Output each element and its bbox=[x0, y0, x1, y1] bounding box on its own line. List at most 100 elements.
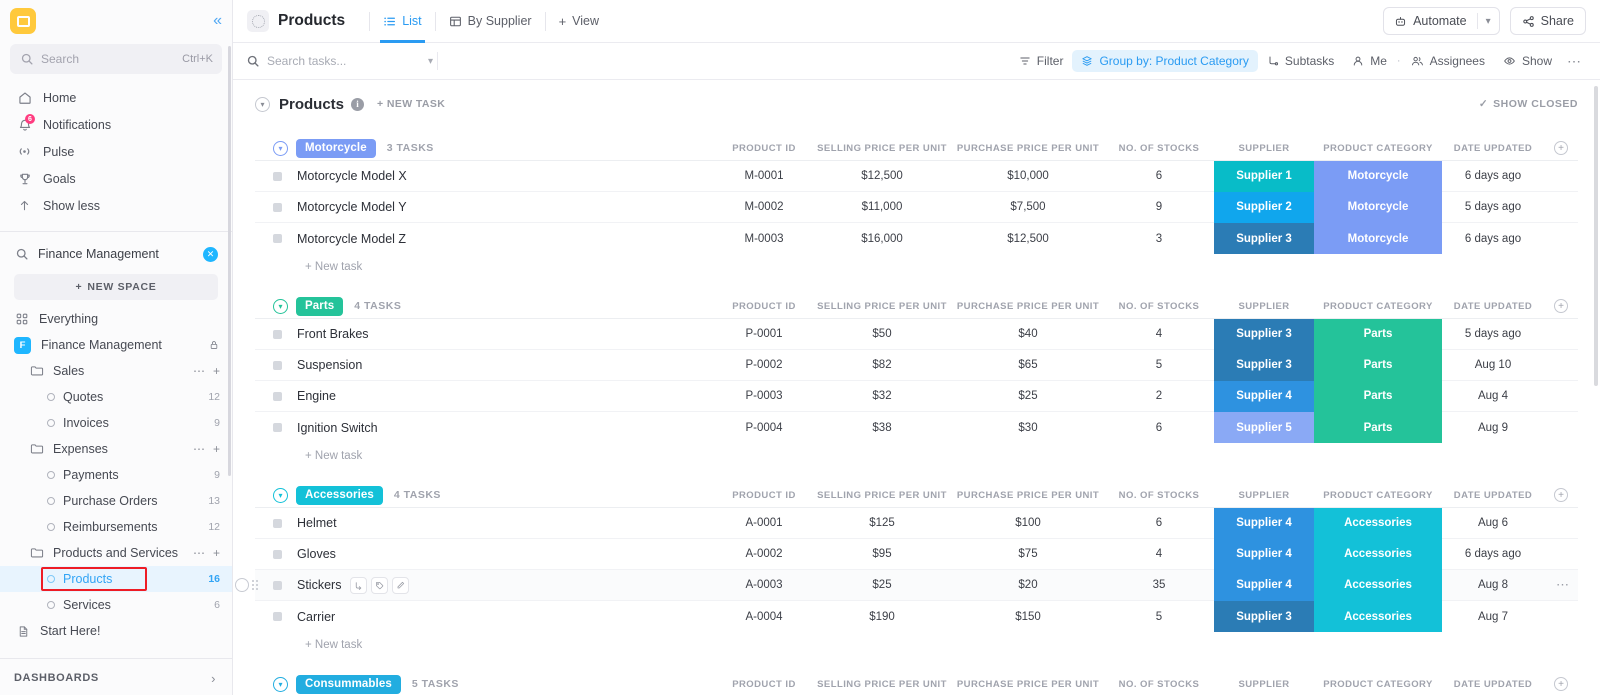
column-header-date-updated[interactable]: DATE UPDATED bbox=[1442, 679, 1544, 690]
cell-date-updated[interactable]: Aug 10 bbox=[1442, 359, 1544, 371]
column-header-supplier[interactable]: SUPPLIER bbox=[1214, 143, 1314, 154]
cell-no-of-stocks[interactable]: 4 bbox=[1104, 548, 1214, 560]
column-header-selling-price[interactable]: SELLING PRICE PER UNIT bbox=[812, 143, 952, 154]
task-name[interactable]: Front Brakes bbox=[297, 327, 369, 341]
group-badge[interactable]: Accessories bbox=[296, 485, 383, 505]
table-row[interactable]: Engine P-0003 $32 $25 2 Supplier 4 Parts… bbox=[255, 380, 1578, 412]
plus-icon[interactable]: + bbox=[213, 442, 220, 456]
cell-date-updated[interactable]: 5 days ago bbox=[1442, 201, 1544, 213]
collapse-group-icon[interactable]: ▾ bbox=[273, 487, 288, 503]
column-header-supplier[interactable]: SUPPLIER bbox=[1214, 490, 1314, 501]
task-name[interactable]: Ignition Switch bbox=[297, 421, 378, 435]
table-row[interactable]: Motorcycle Model X M-0001 $12,500 $10,00… bbox=[255, 160, 1578, 192]
cell-selling-price[interactable]: $125 bbox=[812, 517, 952, 529]
cell-supplier[interactable]: Supplier 4 bbox=[1214, 569, 1314, 601]
cell-supplier[interactable]: Supplier 4 bbox=[1214, 380, 1314, 412]
folder-actions[interactable]: ⋯ + bbox=[193, 364, 220, 378]
column-header-no-of-stocks[interactable]: NO. OF STOCKS bbox=[1104, 301, 1214, 312]
cell-selling-price[interactable]: $32 bbox=[812, 390, 952, 402]
more-horizontal-icon[interactable]: ⋯ bbox=[193, 546, 205, 560]
subtask-link-icon[interactable] bbox=[350, 576, 368, 594]
cell-product-id[interactable]: P-0002 bbox=[716, 359, 812, 371]
collapse-group-icon[interactable]: ▾ bbox=[273, 298, 288, 314]
new-task-button[interactable]: + NEW TASK bbox=[377, 98, 445, 110]
column-header-selling-price[interactable]: SELLING PRICE PER UNIT bbox=[812, 679, 952, 690]
new-space-button[interactable]: + NEW SPACE bbox=[14, 274, 218, 300]
cell-purchase-price[interactable]: $7,500 bbox=[952, 201, 1104, 213]
cell-purchase-price[interactable]: $75 bbox=[952, 548, 1104, 560]
plus-circle-icon[interactable]: + bbox=[1554, 141, 1568, 155]
sidebar-item-start-here[interactable]: Start Here! bbox=[0, 618, 232, 644]
cell-purchase-price[interactable]: $100 bbox=[952, 517, 1104, 529]
task-status-square[interactable] bbox=[273, 518, 282, 528]
column-header-product-category[interactable]: PRODUCT CATEGORY bbox=[1314, 490, 1442, 501]
cell-supplier[interactable]: Supplier 2 bbox=[1214, 191, 1314, 223]
collapse-group-icon[interactable]: ▾ bbox=[273, 676, 288, 692]
task-name[interactable]: Motorcycle Model Y bbox=[297, 200, 407, 214]
row-quick-actions[interactable] bbox=[350, 576, 410, 594]
cell-selling-price[interactable]: $12,500 bbox=[812, 170, 952, 182]
group-badge[interactable]: Consummables bbox=[296, 674, 401, 694]
plus-circle-icon[interactable]: + bbox=[1554, 488, 1568, 502]
cell-selling-price[interactable]: $11,000 bbox=[812, 201, 952, 213]
sidebar-scrollbar[interactable] bbox=[228, 46, 231, 476]
chevron-double-left-icon[interactable]: « bbox=[213, 12, 222, 30]
cell-product-id[interactable]: M-0001 bbox=[716, 170, 812, 182]
cell-selling-price[interactable]: $16,000 bbox=[812, 233, 952, 245]
task-status-square[interactable] bbox=[273, 612, 282, 621]
drag-handle-icon[interactable] bbox=[252, 580, 258, 590]
table-row[interactable]: Suspension P-0002 $82 $65 5 Supplier 3 P… bbox=[255, 349, 1578, 381]
table-row[interactable]: Motorcycle Model Y M-0002 $11,000 $7,500… bbox=[255, 191, 1578, 223]
task-status-square[interactable] bbox=[273, 329, 282, 339]
table-row[interactable]: Ignition Switch P-0004 $38 $30 6 Supplie… bbox=[255, 412, 1578, 443]
column-header-product-id[interactable]: PRODUCT ID bbox=[716, 679, 812, 690]
cell-supplier[interactable]: Supplier 4 bbox=[1214, 538, 1314, 570]
more-horizontal-icon[interactable]: ⋯ bbox=[193, 442, 205, 456]
info-icon[interactable]: i bbox=[351, 97, 365, 111]
task-status-square[interactable] bbox=[273, 423, 282, 432]
tag-icon[interactable] bbox=[371, 576, 389, 594]
automate-button[interactable]: Automate ▾ bbox=[1383, 7, 1500, 35]
sidebar-space-finance-management[interactable]: F Finance Management bbox=[0, 332, 232, 358]
cell-selling-price[interactable]: $82 bbox=[812, 359, 952, 371]
automate-main[interactable]: Automate bbox=[1384, 8, 1477, 34]
column-header-product-category[interactable]: PRODUCT CATEGORY bbox=[1314, 143, 1442, 154]
task-name[interactable]: Gloves bbox=[297, 547, 336, 561]
task-search-input[interactable]: Search tasks... ▾ bbox=[247, 54, 433, 68]
new-task-row-button[interactable]: + New task bbox=[255, 632, 1578, 658]
sidebar-list-products[interactable]: Products 16 bbox=[0, 566, 232, 592]
column-header-purchase-price[interactable]: PURCHASE PRICE PER UNIT bbox=[952, 490, 1104, 501]
sidebar-folder-products-and-services[interactable]: Products and Services ⋯ + bbox=[0, 540, 232, 566]
cell-supplier[interactable]: Supplier 3 bbox=[1214, 318, 1314, 350]
table-row[interactable]: Gloves A-0002 $95 $75 4 Supplier 4 Acces… bbox=[255, 538, 1578, 570]
plus-circle-icon[interactable]: + bbox=[1554, 677, 1568, 691]
column-header-product-id[interactable]: PRODUCT ID bbox=[716, 143, 812, 154]
add-view-button[interactable]: + View bbox=[556, 0, 602, 43]
cell-purchase-price[interactable]: $12,500 bbox=[952, 233, 1104, 245]
chevron-down-icon[interactable]: ▾ bbox=[1478, 8, 1499, 34]
sidebar-item-goals[interactable]: Goals bbox=[0, 165, 232, 192]
cell-product-category[interactable]: Parts bbox=[1314, 349, 1442, 381]
cell-product-category[interactable]: Accessories bbox=[1314, 538, 1442, 570]
space-search-input[interactable]: Finance Management ✕ bbox=[10, 241, 222, 267]
chevron-down-icon[interactable]: ▾ bbox=[428, 56, 433, 67]
sidebar-folder-expenses[interactable]: Expenses ⋯ + bbox=[0, 436, 232, 462]
cell-product-id[interactable]: A-0004 bbox=[716, 611, 812, 623]
table-row[interactable]: Stickers A-0003 $25 $20 35 Supplier 4 Ac… bbox=[235, 569, 1578, 601]
column-header-selling-price[interactable]: SELLING PRICE PER UNIT bbox=[812, 301, 952, 312]
collapse-group-icon[interactable]: ▾ bbox=[273, 140, 288, 156]
cell-no-of-stocks[interactable]: 2 bbox=[1104, 390, 1214, 402]
sidebar-list-reimbursements[interactable]: Reimbursements 12 bbox=[0, 514, 232, 540]
task-status-square[interactable] bbox=[273, 549, 282, 559]
task-status-square[interactable] bbox=[273, 234, 282, 243]
task-checkbox[interactable] bbox=[235, 578, 249, 592]
cell-product-category[interactable]: Parts bbox=[1314, 318, 1442, 350]
filter-button[interactable]: Filter bbox=[1010, 50, 1073, 72]
column-header-product-id[interactable]: PRODUCT ID bbox=[716, 490, 812, 501]
cell-date-updated[interactable]: 6 days ago bbox=[1442, 233, 1544, 245]
me-button[interactable]: Me bbox=[1343, 50, 1396, 72]
cell-no-of-stocks[interactable]: 3 bbox=[1104, 233, 1214, 245]
cell-purchase-price[interactable]: $10,000 bbox=[952, 170, 1104, 182]
plus-icon[interactable]: + bbox=[213, 546, 220, 560]
content-scrollbar[interactable] bbox=[1594, 86, 1598, 386]
